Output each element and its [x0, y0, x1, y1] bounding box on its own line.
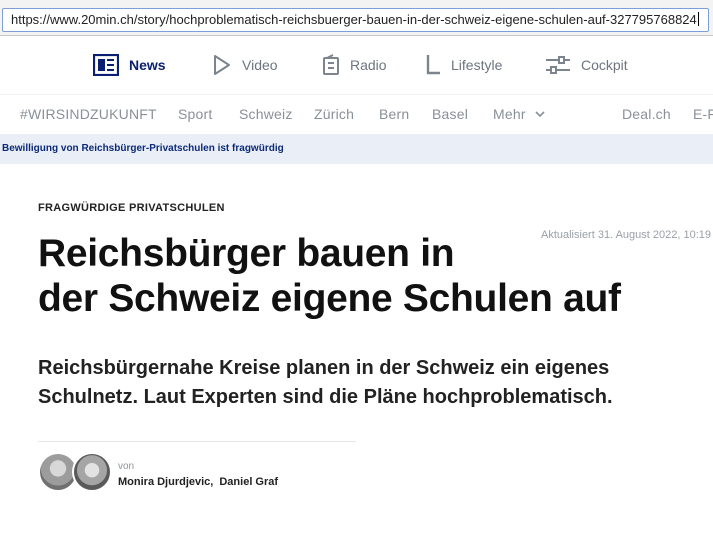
section-ef[interactable]: E-F — [693, 106, 713, 122]
article-kicker: FRAGWÜRDIGE PRIVATSCHULEN — [38, 202, 225, 214]
nav-radio-label: Radio — [350, 57, 387, 73]
address-bar[interactable]: https://www.20min.ch/story/hochproblemat… — [2, 8, 709, 32]
radio-icon — [323, 54, 339, 75]
lifestyle-icon — [426, 55, 440, 75]
nav-radio[interactable]: Radio — [322, 52, 387, 78]
lead-line-1: Reichsbürgernahe Kreise planen in der Sc… — [38, 357, 610, 379]
sliders-icon — [546, 56, 570, 74]
section-basel[interactable]: Basel — [432, 106, 468, 122]
nav-video[interactable]: Video — [212, 52, 278, 78]
byline-divider — [38, 441, 356, 442]
author-byline: von Monira Djurdjevic, Daniel Graf — [38, 452, 368, 496]
nav-video-label: Video — [242, 57, 278, 73]
section-schweiz[interactable]: Schweiz — [239, 106, 293, 122]
author-separator: , — [210, 476, 214, 488]
lead-line-2: Schulnetz. Laut Experten sind die Pläne … — [38, 386, 613, 408]
url-text: https://www.20min.ch/story/hochproblemat… — [11, 12, 697, 27]
browser-toolbar: https://www.20min.ch/story/hochproblemat… — [0, 0, 713, 36]
author-avatar[interactable] — [72, 452, 112, 492]
nav-cockpit-label: Cockpit — [581, 57, 628, 73]
nav-lifestyle[interactable]: Lifestyle — [425, 52, 502, 78]
nav-news[interactable]: News — [93, 52, 166, 78]
chevron-down-icon — [535, 111, 545, 118]
text-caret — [697, 12, 699, 26]
banner-text: Bewilligung von Reichsbürger-Privatschul… — [2, 143, 284, 154]
nav-news-label: News — [129, 57, 166, 73]
section-wirsindzukunft[interactable]: #WIRSINDZUKUNFT — [20, 106, 157, 122]
headline-line-1: Reichsbürger bauen in — [38, 232, 455, 275]
section-mehr[interactable]: Mehr — [493, 106, 545, 122]
play-icon — [214, 55, 230, 75]
author-names: Monira Djurdjevic, Daniel Graf — [118, 476, 278, 488]
nav-cockpit[interactable]: Cockpit — [545, 52, 628, 78]
main-navigation: News Video Radio Lifestyle Cockpit — [0, 40, 713, 90]
article-headline: Reichsbürger bauen in der Schweiz eigene… — [38, 231, 678, 321]
section-navigation: #WIRSINDZUKUNFT Sport Schweiz Zürich Ber… — [0, 94, 713, 134]
nav-lifestyle-label: Lifestyle — [451, 57, 503, 73]
section-zuerich[interactable]: Zürich — [314, 106, 354, 122]
author-name[interactable]: Daniel Graf — [219, 476, 278, 488]
related-story-banner[interactable]: Bewilligung von Reichsbürger-Privatschul… — [0, 134, 713, 164]
newspaper-icon — [93, 54, 119, 76]
section-mehr-label: Mehr — [493, 106, 526, 122]
section-dealch[interactable]: Deal.ch — [622, 106, 671, 122]
section-sport[interactable]: Sport — [178, 106, 212, 122]
section-bern[interactable]: Bern — [379, 106, 409, 122]
headline-line-2: der Schweiz eigene Schulen auf — [38, 277, 621, 320]
author-name[interactable]: Monira Djurdjevic — [118, 476, 210, 488]
article-lead: Reichsbürgernahe Kreise planen in der Sc… — [38, 354, 698, 412]
byline-prefix: von — [118, 461, 135, 472]
